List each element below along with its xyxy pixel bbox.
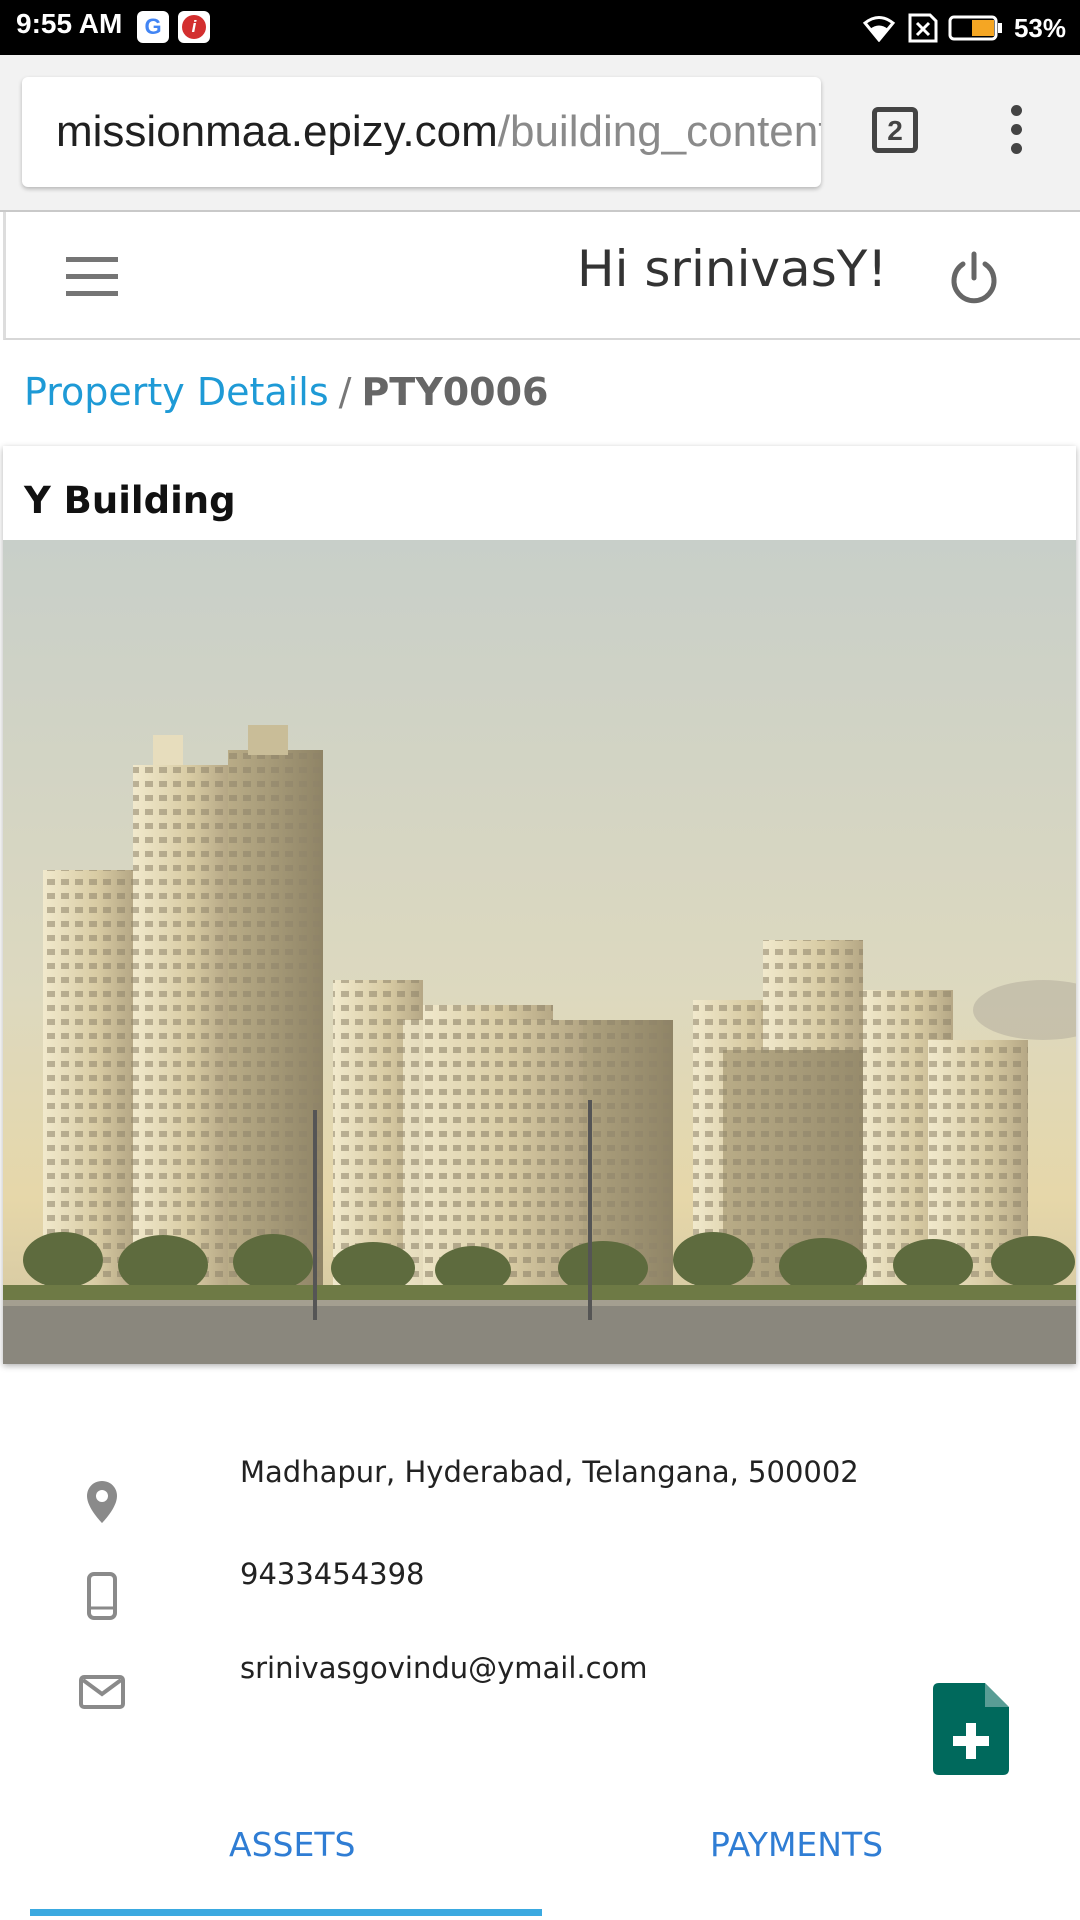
browser-toolbar: missionmaa.epizy.com/building_content 2 [0, 55, 1080, 212]
power-logout-icon[interactable] [946, 250, 1002, 306]
irctc-app-icon: i [178, 11, 210, 43]
user-greeting: Hi srinivasY! [577, 240, 888, 298]
location-pin-icon [87, 1481, 117, 1523]
breadcrumb: Property Details / PTY0006 [24, 370, 549, 414]
browser-menu-button[interactable] [1000, 105, 1032, 165]
breadcrumb-link-property-details[interactable]: Property Details [24, 370, 329, 414]
property-address: Madhapur, Hyderabad, Telangana, 500002 [240, 1455, 859, 1489]
breadcrumb-current-id: PTY0006 [361, 370, 549, 414]
add-document-icon[interactable] [933, 1683, 1009, 1775]
hamburger-menu-icon[interactable] [66, 257, 118, 296]
url-host: missionmaa.epizy.com [56, 107, 498, 156]
url-path: /building_content [497, 107, 821, 156]
tab-switcher-button[interactable]: 2 [872, 107, 918, 153]
wifi-icon [862, 16, 896, 42]
status-time: 9:55 AM [16, 8, 123, 39]
property-title: Y Building [24, 479, 236, 522]
tab-assets[interactable]: ASSETS [229, 1825, 355, 1864]
email-icon [79, 1675, 125, 1709]
google-app-icon: G [137, 11, 169, 43]
tab-payments[interactable]: PAYMENTS [710, 1825, 883, 1864]
active-tab-indicator [30, 1909, 542, 1916]
address-bar[interactable]: missionmaa.epizy.com/building_content [22, 77, 821, 187]
battery-icon [948, 15, 1002, 41]
status-bar: 9:55 AM G i 53% [0, 0, 1080, 55]
breadcrumb-separator: / [338, 370, 352, 414]
property-email[interactable]: srinivasgovindu@ymail.com [240, 1651, 648, 1685]
property-phone[interactable]: 9433454398 [240, 1557, 425, 1591]
app-header: Hi srinivasY! [3, 212, 1080, 340]
no-sim-icon [908, 13, 938, 43]
battery-percentage: 53% [1013, 12, 1066, 43]
property-photo [3, 540, 1076, 1364]
phone-icon [87, 1572, 117, 1620]
property-card: Y Building [3, 446, 1076, 1364]
